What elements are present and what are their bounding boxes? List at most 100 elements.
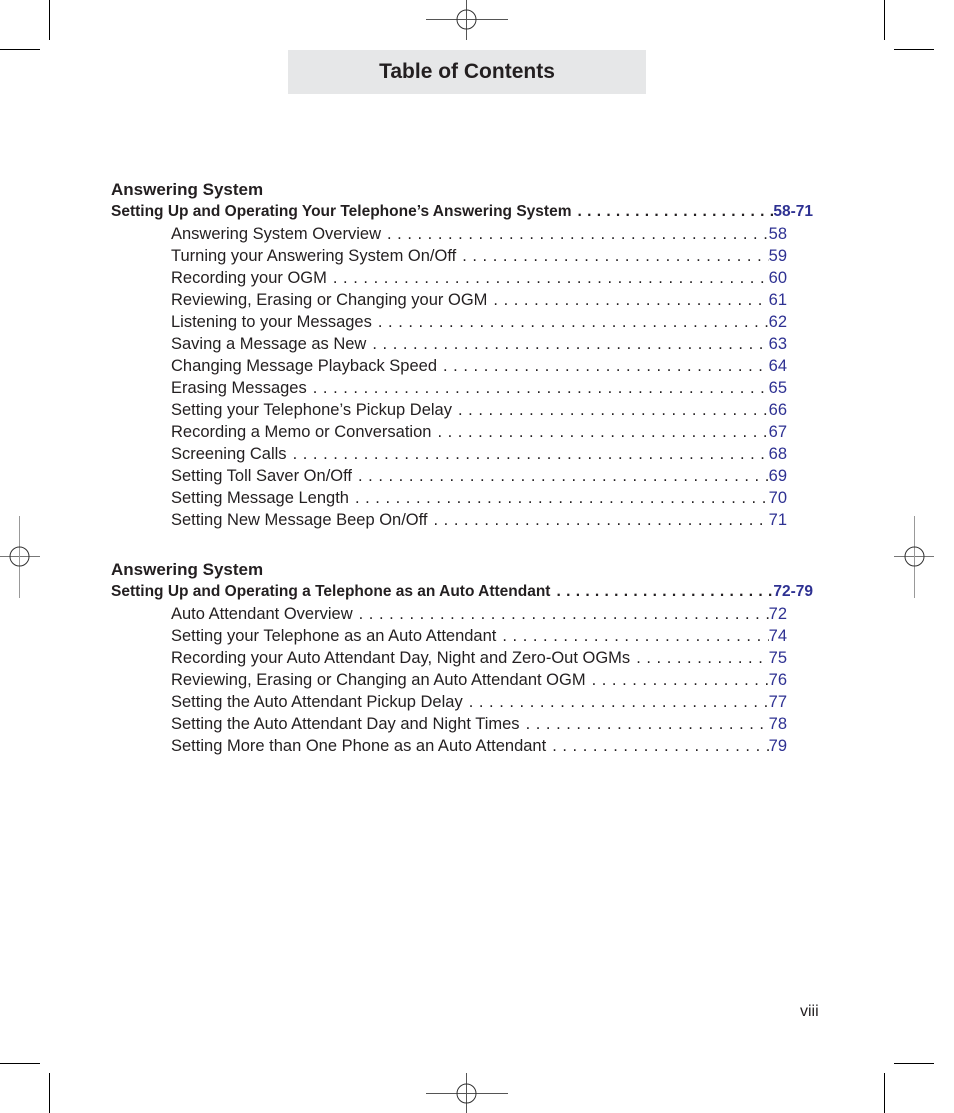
dot-leader <box>526 713 769 735</box>
dot-leader <box>469 691 769 713</box>
entry-label: Setting More than One Phone as an Auto A… <box>171 737 547 755</box>
entry-page-number: 69 <box>768 467 787 485</box>
dot-leader <box>358 465 769 487</box>
entry-label: Reviewing, Erasing or Changing an Auto A… <box>171 671 586 689</box>
entry-label: Answering System Overview <box>171 225 381 243</box>
dot-leader <box>592 669 769 691</box>
entry-page-number: 78 <box>768 715 787 733</box>
entry-page-number: 76 <box>768 671 787 689</box>
toc-entry[interactable]: Saving a Message as New 63 <box>111 333 787 355</box>
entry-page-number: 65 <box>768 379 787 397</box>
dot-leader <box>493 289 768 311</box>
registration-mark-icon <box>894 516 934 598</box>
toc-section: Answering System Setting Up and Operatin… <box>111 178 813 531</box>
toc-entry[interactable]: Recording a Memo or Conversation 67 <box>111 421 787 443</box>
toc-entry[interactable]: Recording your Auto Attendant Day, Night… <box>111 647 787 669</box>
toc-entry[interactable]: Setting your Telephone’s Pickup Delay 66 <box>111 399 787 421</box>
entry-label: Reviewing, Erasing or Changing your OGM <box>171 291 488 309</box>
toc-entry[interactable]: Setting the Auto Attendant Pickup Delay 7… <box>111 691 787 713</box>
entry-page-number: 72 <box>768 605 787 623</box>
crop-mark <box>884 0 885 40</box>
entry-label: Setting Toll Saver On/Off <box>171 467 352 485</box>
dot-leader <box>313 377 769 399</box>
section-heading: Answering System <box>111 180 264 199</box>
entry-page-number: 59 <box>768 247 787 265</box>
crop-mark <box>49 0 50 40</box>
entry-label: Recording your Auto Attendant Day, Night… <box>171 649 631 667</box>
crop-mark <box>894 49 934 50</box>
dot-leader <box>355 487 769 509</box>
dot-leader <box>577 201 773 223</box>
toc-chapter-entry[interactable]: Setting Up and Operating a Telephone as … <box>111 581 813 603</box>
page-title: Table of Contents <box>379 60 555 83</box>
dot-leader <box>359 603 769 625</box>
crop-mark <box>0 49 40 50</box>
toc-entry[interactable]: Setting Toll Saver On/Off 69 <box>111 465 787 487</box>
toc-entry[interactable]: Setting the Auto Attendant Day and Night… <box>111 713 787 735</box>
entry-label: Erasing Messages <box>171 379 307 397</box>
registration-mark-icon <box>426 1073 508 1113</box>
dot-leader <box>552 735 768 757</box>
entry-label: Recording a Memo or Conversation <box>171 423 432 441</box>
entry-label: Setting your Telephone’s Pickup Delay <box>171 401 452 419</box>
entry-page-number: 79 <box>768 737 787 755</box>
toc-entry[interactable]: Screening Calls 68 <box>111 443 787 465</box>
dot-leader <box>462 245 768 267</box>
entry-page-number: 63 <box>768 335 787 353</box>
entry-page-number: 66 <box>768 401 787 419</box>
dot-leader <box>636 647 768 669</box>
entry-page-number: 70 <box>768 489 787 507</box>
entry-page-number: 71 <box>768 511 787 529</box>
toc-entry[interactable]: Setting your Telephone as an Auto Attend… <box>111 625 787 647</box>
toc-chapter-entry[interactable]: Setting Up and Operating Your Telephone’… <box>111 201 813 223</box>
dot-leader <box>437 421 768 443</box>
toc-entry[interactable]: Erasing Messages 65 <box>111 377 787 399</box>
toc-section: Answering System Setting Up and Operatin… <box>111 558 813 757</box>
entry-page-number: 75 <box>768 649 787 667</box>
dot-leader <box>443 355 769 377</box>
entry-label: Setting Message Length <box>171 489 349 507</box>
dot-leader <box>372 333 768 355</box>
entry-page-number: 61 <box>768 291 787 309</box>
crop-mark <box>49 1073 50 1113</box>
entry-label: Auto Attendant Overview <box>171 605 353 623</box>
entry-label: Changing Message Playback Speed <box>171 357 438 375</box>
entry-label: Setting the Auto Attendant Pickup Delay <box>171 693 463 711</box>
dot-leader <box>387 223 769 245</box>
dot-leader <box>333 267 769 289</box>
toc-entry[interactable]: Reviewing, Erasing or Changing an Auto A… <box>111 669 787 691</box>
dot-leader <box>434 509 769 531</box>
chapter-label: Setting Up and Operating Your Telephone’… <box>111 203 572 220</box>
entry-page-number: 64 <box>768 357 787 375</box>
dot-leader <box>556 581 773 603</box>
crop-mark <box>0 1063 40 1064</box>
entry-label: Turning your Answering System On/Off <box>171 247 457 265</box>
toc-entry[interactable]: Auto Attendant Overview 72 <box>111 603 787 625</box>
entry-label: Saving a Message as New <box>171 335 367 353</box>
toc-entry[interactable]: Answering System Overview 58 <box>111 223 787 245</box>
dot-leader <box>502 625 768 647</box>
toc-entry[interactable]: Setting More than One Phone as an Auto A… <box>111 735 787 757</box>
toc-entry[interactable]: Listening to your Messages 62 <box>111 311 787 333</box>
toc-entry[interactable]: Reviewing, Erasing or Changing your OGM 6… <box>111 289 787 311</box>
entry-page-number: 58 <box>768 225 787 243</box>
entry-label: Setting New Message Beep On/Off <box>171 511 428 529</box>
chapter-label: Setting Up and Operating a Telephone as … <box>111 583 551 600</box>
chapter-page-range: 72-79 <box>773 583 813 600</box>
section-heading: Answering System <box>111 560 264 579</box>
toc-entry[interactable]: Setting Message Length 70 <box>111 487 787 509</box>
chapter-page-range: 58-71 <box>773 203 813 220</box>
registration-mark-icon <box>0 516 40 598</box>
toc-entry[interactable]: Setting New Message Beep On/Off 71 <box>111 509 787 531</box>
crop-mark <box>884 1073 885 1113</box>
entry-page-number: 60 <box>768 269 787 287</box>
entry-label: Setting the Auto Attendant Day and Night… <box>171 715 520 733</box>
toc-entry[interactable]: Turning your Answering System On/Off 59 <box>111 245 787 267</box>
title-band: Table of Contents <box>288 50 646 94</box>
entry-page-number: 62 <box>768 313 787 331</box>
page-folio: viii <box>800 1003 819 1020</box>
dot-leader <box>458 399 769 421</box>
entry-page-number: 77 <box>768 693 787 711</box>
toc-entry[interactable]: Changing Message Playback Speed 64 <box>111 355 787 377</box>
toc-entry[interactable]: Recording your OGM 60 <box>111 267 787 289</box>
